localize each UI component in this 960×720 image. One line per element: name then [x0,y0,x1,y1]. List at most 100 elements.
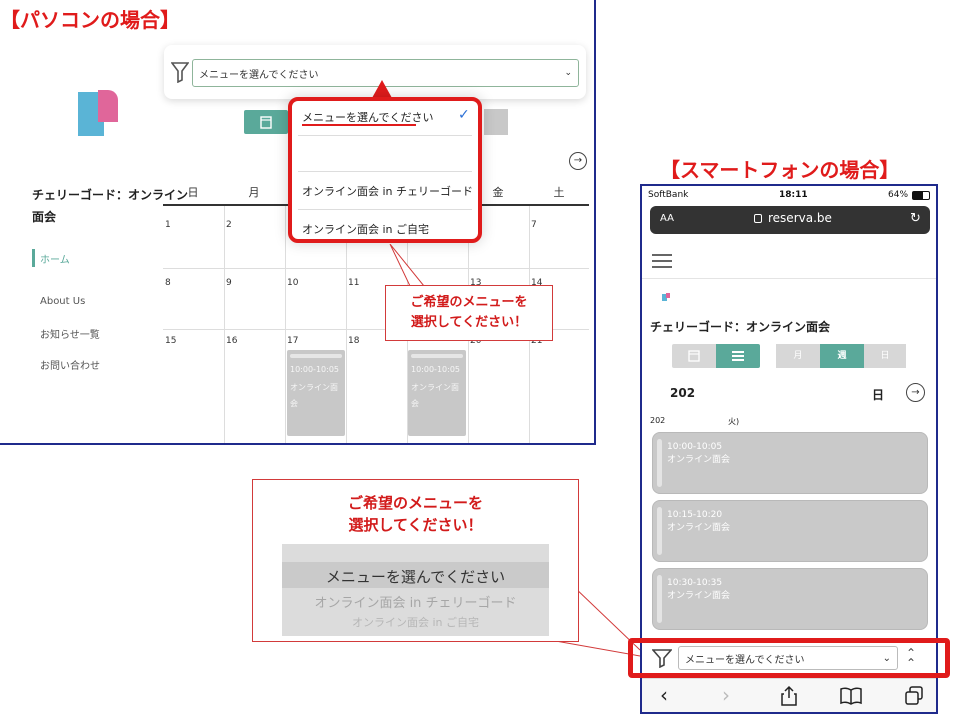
carrier-label: SoftBank [648,190,689,200]
pc-screenshot: メニューを選んでください ⌄ チェリーゴード：オンライン 面会 ホーム Abou… [0,0,596,445]
dropdown-option[interactable]: オンライン面会 in チェリーゴード [302,183,473,199]
slot-label: オンライン面 [290,383,338,392]
share-icon[interactable] [780,685,798,707]
zoom-callout: ご希望のメニューを 選択してください！ メニューを選んでください オンライン面会… [252,479,579,642]
next-arrow-icon[interactable]: → [569,152,587,170]
time-slot-card[interactable]: 10:00-10:05 オンライン面会 [652,432,928,494]
nav-about[interactable]: About Us [40,296,85,307]
grid-row-line [163,268,589,269]
selected-underline [302,124,416,126]
day-cell[interactable]: 15 [165,336,176,346]
day-cell[interactable]: 10 [287,278,298,288]
slot-label: オンライン面会 [667,591,731,601]
picker-option[interactable]: オンライン面会 in チェリーゴード [282,592,549,611]
picker-option[interactable]: オンライン面会 in ご自宅 [282,614,549,630]
slot-label: 会 [290,399,298,408]
year-label: 202 [670,386,696,400]
clock: 18:11 [779,190,808,200]
org-title: チェリーゴード：オンライン面会 [650,320,831,334]
view-toggle-button[interactable] [484,109,508,135]
picker-wheel[interactable]: メニューを選んでください オンライン面会 in チェリーゴード オンライン面会 … [282,544,549,636]
slot-time: 10:15-10:20 [667,510,723,520]
day-cell[interactable]: 16 [226,336,237,346]
day-cell[interactable]: 1 [165,220,171,230]
menu-select-value: メニューを選んでください [199,69,319,81]
highlight-box [628,638,950,678]
bookmarks-icon[interactable] [840,687,862,705]
callout-pointer [389,244,426,287]
dropdown-option-selected[interactable]: メニューを選んでください [302,109,433,125]
zoom-callout-text: ご希望のメニューを 選択してください！ [253,492,578,536]
slot-time: 10:00-10:05 [667,442,723,452]
weekday-mon: 月 [248,186,260,199]
time-slot[interactable]: 10:00-10:05 オンライン面 会 [408,350,466,436]
battery-percent: 64% [888,190,909,200]
next-arrow-icon[interactable]: → [906,383,925,402]
segment-day[interactable]: 日 [864,344,906,368]
slot-time: 10:00-10:05 [290,365,339,374]
pointer-arrow-icon [372,80,392,98]
hamburger-menu-icon[interactable] [652,254,672,268]
tabs-icon[interactable] [904,686,924,706]
time-slot-card[interactable]: 10:15-10:20 オンライン面会 [652,500,928,562]
time-slot[interactable]: 10:00-10:05 オンライン面 会 [287,350,345,436]
time-slot-card[interactable]: 10:30-10:35 オンライン面会 [652,568,928,630]
nav-active-indicator [32,249,35,267]
forward-icon[interactable]: › [722,683,730,707]
grid-col-line [285,206,286,443]
callout-line: ご希望のメニューを [347,494,483,512]
text-size-button[interactable]: AA [660,213,674,224]
reload-icon[interactable]: ↻ [910,211,921,226]
filter-icon [171,62,189,83]
date-suffix: 火) [728,417,740,426]
day-cell[interactable]: 9 [226,278,232,288]
phone-screenshot: SoftBank 18:11 64% AA reserva.be ↻ チェリーゴ… [640,184,938,714]
slot-time: 10:00-10:05 [411,365,460,374]
calendar-view-button[interactable] [672,344,716,368]
check-icon: ✓ [458,107,470,123]
nav-contact[interactable]: お問い合わせ [40,357,100,372]
phone-heading: 【スマートフォンの場合】 [660,158,900,182]
weekday-sat: 土 [553,186,565,199]
slot-time: 10:30-10:35 [667,578,723,588]
slot-label: オンライン面会 [667,523,731,533]
day-cell[interactable]: 2 [226,220,232,230]
nav-news[interactable]: お知らせ一覧 [40,326,100,341]
day-cell[interactable]: 7 [531,220,537,230]
slot-label: オンライン面会 [667,455,731,465]
callout-line: ご希望のメニューを [410,295,528,310]
slot-label: 会 [411,399,419,408]
lock-icon [754,214,762,223]
menu-dropdown: メニューを選んでください ✓ オンライン面会 in チェリーゴード オンライン面… [288,97,482,243]
segment-week[interactable]: 週 [820,344,864,368]
logo [662,293,670,301]
chevron-down-icon: ⌄ [564,68,572,78]
logo [78,90,118,136]
day-label: 日 [872,388,885,402]
day-cell[interactable]: 17 [287,336,298,346]
dropdown-option[interactable]: オンライン面会 in ご自宅 [302,221,429,237]
pc-callout: ご希望のメニューを 選択してください！ [385,285,553,341]
calendar-icon [260,116,272,129]
slot-label: オンライン面 [411,383,459,392]
divider [642,278,936,279]
callout-line: 選択してください！ [348,516,483,534]
list-view-button[interactable] [716,344,760,368]
back-icon[interactable]: ‹ [660,683,668,707]
grid-col-line [224,206,225,443]
calendar-icon [688,350,700,362]
browser-toolbar: ‹ › [642,678,936,712]
segment-month[interactable]: 月 [776,344,820,368]
address-bar[interactable]: AA reserva.be ↻ [650,206,930,234]
callout-line: 選択してください！ [410,315,528,330]
picker-option-selected[interactable]: メニューを選んでください [282,566,549,587]
calendar-view-button[interactable] [244,110,288,134]
day-cell[interactable]: 8 [165,278,171,288]
url-text: reserva.be [768,211,832,225]
list-icon [732,351,744,361]
date-prefix: 202 [650,416,666,425]
nav-home[interactable]: ホーム [40,251,70,266]
day-cell[interactable]: 11 [348,278,359,288]
day-cell[interactable]: 18 [348,336,359,346]
weekday-sun: 日 [187,186,199,199]
